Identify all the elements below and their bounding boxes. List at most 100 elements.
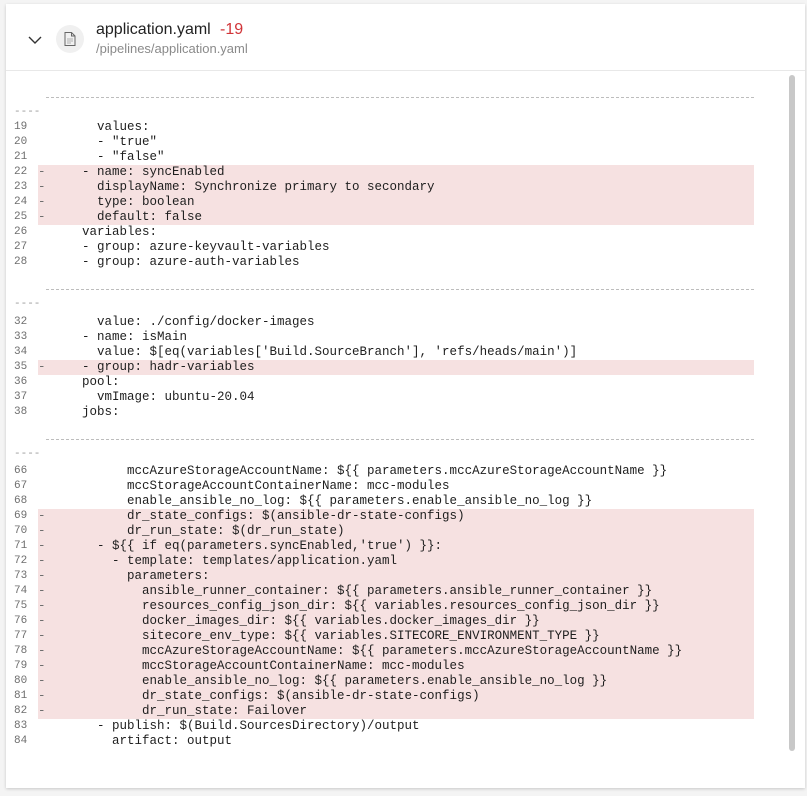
line-number: 72 bbox=[14, 555, 28, 567]
code-line: 26 variables: bbox=[6, 225, 754, 240]
line-number: 82 bbox=[14, 705, 28, 717]
deleted-code-line: 69- dr_state_configs: $(ansible-dr-state… bbox=[14, 509, 754, 524]
diff-marker: - bbox=[38, 569, 46, 583]
separator-marker: ---- bbox=[14, 448, 41, 460]
line-text: - group: azure-keyvault-variables bbox=[67, 240, 330, 254]
line-number: 38 bbox=[14, 406, 28, 418]
line-text: dr_run_state: $(dr_run_state) bbox=[67, 524, 345, 538]
code-line: 37 vmImage: ubuntu-20.04 bbox=[6, 390, 754, 405]
deleted-code-line: 23- displayName: Synchronize primary to … bbox=[14, 180, 754, 195]
line-text: default: false bbox=[67, 210, 203, 224]
collapse-chevron-icon[interactable] bbox=[26, 32, 44, 48]
line-number: 67 bbox=[14, 480, 28, 492]
line-number: 76 bbox=[14, 615, 28, 627]
line-text: - name: syncEnabled bbox=[67, 165, 225, 179]
code-line: 27 - group: azure-keyvault-variables bbox=[6, 240, 754, 255]
line-text: - "true" bbox=[67, 135, 158, 149]
deleted-lines-count: -19 bbox=[220, 21, 244, 38]
line-text: docker_images_dir: ${{ variables.docker_… bbox=[67, 614, 540, 628]
hunk-separator[interactable]: ---- bbox=[14, 90, 754, 118]
line-text: ansible_runner_container: ${{ parameters… bbox=[67, 584, 653, 598]
line-number: 26 bbox=[14, 226, 28, 238]
code-line: 19 values: bbox=[6, 120, 754, 135]
line-number: 36 bbox=[14, 376, 28, 388]
deleted-code-line: 79- mccStorageAccountContainerName: mcc-… bbox=[14, 659, 754, 674]
line-text: - publish: $(Build.SourcesDirectory)/out… bbox=[67, 719, 420, 733]
code-line: 83 - publish: $(Build.SourcesDirectory)/… bbox=[6, 719, 754, 734]
line-number: 33 bbox=[14, 331, 28, 343]
line-text: parameters: bbox=[67, 569, 210, 583]
file-name[interactable]: application.yaml bbox=[96, 21, 211, 39]
line-number: 32 bbox=[14, 316, 28, 328]
line-text: pool: bbox=[67, 375, 120, 389]
deleted-code-line: 74- ansible_runner_container: ${{ parame… bbox=[14, 584, 754, 599]
deleted-code-line: 35- - group: hadr-variables bbox=[14, 360, 754, 375]
line-text: value: ./config/docker-images bbox=[67, 315, 315, 329]
line-number: 23 bbox=[14, 181, 28, 193]
line-number: 84 bbox=[14, 735, 28, 747]
deleted-code-line: 71- - ${{ if eq(parameters.syncEnabled,'… bbox=[14, 539, 754, 554]
line-number: 70 bbox=[14, 525, 28, 537]
vertical-scrollbar[interactable] bbox=[788, 75, 796, 755]
diff-marker: - bbox=[38, 614, 46, 628]
diff-marker: - bbox=[38, 360, 46, 374]
line-number: 20 bbox=[14, 136, 28, 148]
line-number: 21 bbox=[14, 151, 28, 163]
line-number: 22 bbox=[14, 166, 28, 178]
code-line: 66 mccAzureStorageAccountName: ${{ param… bbox=[6, 464, 754, 479]
line-number: 81 bbox=[14, 690, 28, 702]
deleted-code-line: 80- enable_ansible_no_log: ${{ parameter… bbox=[14, 674, 754, 689]
file-path: /pipelines/application.yaml bbox=[96, 41, 248, 56]
diff-marker: - bbox=[38, 644, 46, 658]
diff-marker: - bbox=[38, 689, 46, 703]
diff-marker: - bbox=[38, 599, 46, 613]
line-number: 73 bbox=[14, 570, 28, 582]
line-text: - group: azure-auth-variables bbox=[67, 255, 300, 269]
file-icon bbox=[56, 25, 84, 53]
code-line: 28 - group: azure-auth-variables bbox=[6, 255, 754, 270]
code-line: 32 value: ./config/docker-images bbox=[6, 315, 754, 330]
diff-file-card: application.yaml -19 /pipelines/applicat… bbox=[6, 4, 805, 788]
diff-marker: - bbox=[38, 509, 46, 523]
line-text: sitecore_env_type: ${{ variables.SITECOR… bbox=[67, 629, 600, 643]
code-line: 67 mccStorageAccountContainerName: mcc-m… bbox=[6, 479, 754, 494]
line-number: 24 bbox=[14, 196, 28, 208]
line-number: 77 bbox=[14, 630, 28, 642]
line-number: 83 bbox=[14, 720, 28, 732]
code-line: 84 artifact: output bbox=[6, 734, 754, 749]
deleted-code-line: 75- resources_config_json_dir: ${{ varia… bbox=[14, 599, 754, 614]
line-number: 79 bbox=[14, 660, 28, 672]
line-text: mccAzureStorageAccountName: ${{ paramete… bbox=[67, 464, 668, 478]
diff-code-view: ---- 19 values: 20 - "true" 21 - "false"… bbox=[6, 75, 788, 755]
diff-marker: - bbox=[38, 539, 46, 553]
line-text: type: boolean bbox=[67, 195, 195, 209]
diff-marker: - bbox=[38, 180, 46, 194]
file-header: application.yaml -19 /pipelines/applicat… bbox=[6, 4, 805, 71]
line-number: 75 bbox=[14, 600, 28, 612]
deleted-code-line: 77- sitecore_env_type: ${{ variables.SIT… bbox=[14, 629, 754, 644]
hunk-separator[interactable]: ---- bbox=[14, 432, 754, 460]
line-text: displayName: Synchronize primary to seco… bbox=[67, 180, 435, 194]
line-text: enable_ansible_no_log: ${{ parameters.en… bbox=[67, 494, 593, 508]
deleted-code-line: 70- dr_run_state: $(dr_run_state) bbox=[14, 524, 754, 539]
diff-marker: - bbox=[38, 210, 46, 224]
code-line: 21 - "false" bbox=[6, 150, 754, 165]
diff-marker: - bbox=[38, 165, 46, 179]
line-number: 35 bbox=[14, 361, 28, 373]
line-text: - template: templates/application.yaml bbox=[67, 554, 398, 568]
scrollbar-thumb[interactable] bbox=[789, 75, 795, 751]
deleted-code-line: 81- dr_state_configs: $(ansible-dr-state… bbox=[14, 689, 754, 704]
line-number: 69 bbox=[14, 510, 28, 522]
diff-marker: - bbox=[38, 584, 46, 598]
line-number: 66 bbox=[14, 465, 28, 477]
line-text: variables: bbox=[67, 225, 158, 239]
code-line: 38 jobs: bbox=[6, 405, 754, 420]
code-line: 34 value: $[eq(variables['Build.SourceBr… bbox=[6, 345, 754, 360]
code-line: 68 enable_ansible_no_log: ${{ parameters… bbox=[6, 494, 754, 509]
line-text: jobs: bbox=[67, 405, 120, 419]
line-number: 78 bbox=[14, 645, 28, 657]
line-number: 71 bbox=[14, 540, 28, 552]
hunk-separator[interactable]: ---- bbox=[14, 282, 754, 310]
line-text: vmImage: ubuntu-20.04 bbox=[67, 390, 255, 404]
line-text: mccStorageAccountContainerName: mcc-modu… bbox=[67, 659, 465, 673]
